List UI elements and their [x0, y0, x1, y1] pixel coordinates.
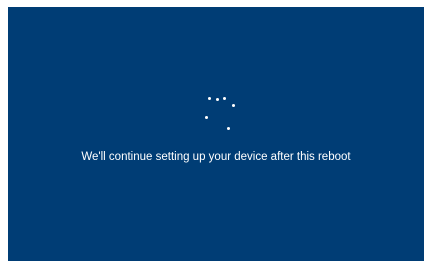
spinner-dot [208, 97, 211, 100]
spinner-dot [205, 116, 208, 119]
spinner-dot [216, 98, 219, 101]
setup-screen: We'll continue setting up your device af… [8, 7, 424, 261]
loading-dots-icon [8, 7, 424, 261]
setup-message: We'll continue setting up your device af… [81, 151, 351, 163]
spinner-dot [232, 104, 235, 107]
spinner-dot [223, 97, 226, 100]
spinner-dot [227, 127, 230, 130]
